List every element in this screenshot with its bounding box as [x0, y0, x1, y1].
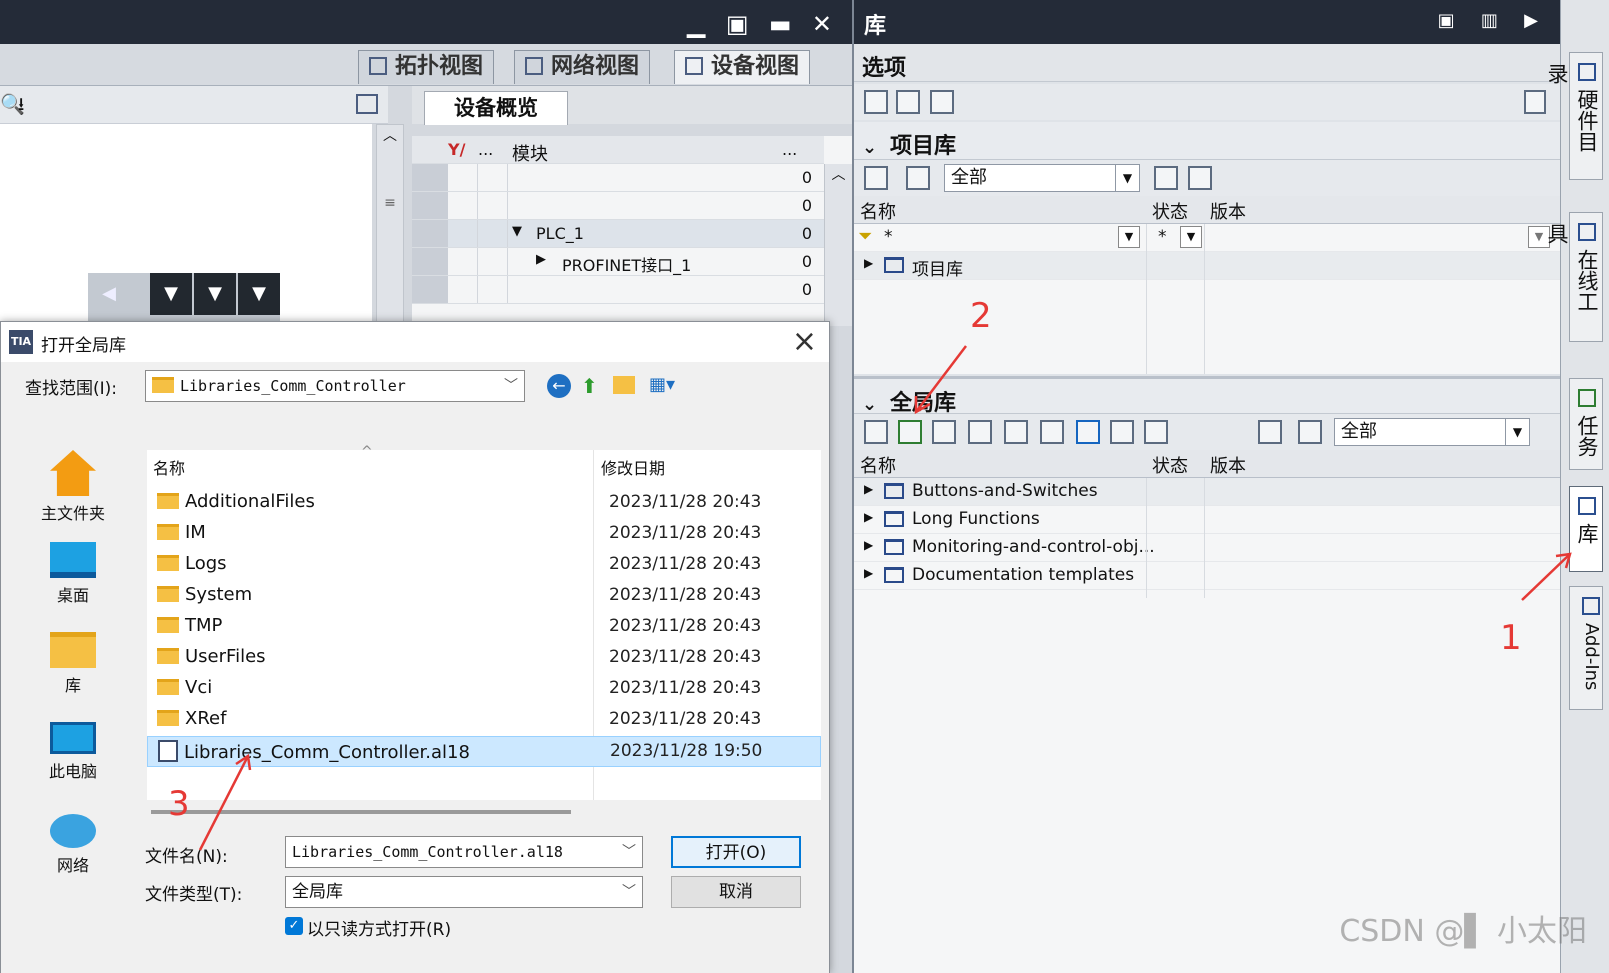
annotation-arrow-1 [1521, 553, 1571, 601]
watermark: CSDN @▌ 小太阳 [1339, 914, 1587, 949]
annotation-label-2: 2 [970, 296, 992, 336]
annotation-arrow-2 [915, 345, 967, 413]
annotation-arrow-3 [198, 755, 250, 851]
screen: ▁ ▣ ▬ ✕ 拓扑视图 网络视图 设备视图 🔍 ⭳ ︿ ≡ ◀ ▼ ▼ ▼ 设… [0, 0, 1609, 973]
annotation-arrows [198, 345, 1572, 851]
annotation-label-3: 3 [168, 784, 190, 824]
annotation-label-1: 1 [1500, 618, 1522, 658]
